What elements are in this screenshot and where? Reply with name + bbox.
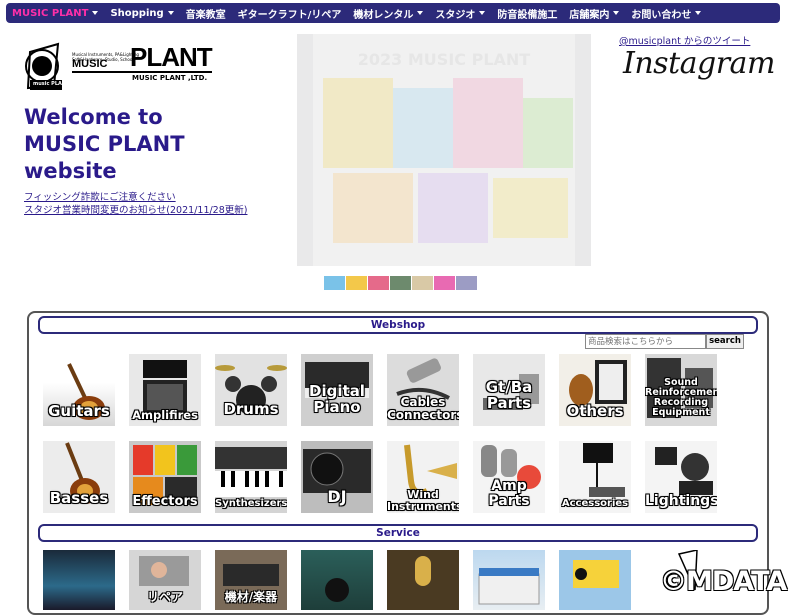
- category-gt-ba-parts[interactable]: Gt/Ba Parts: [473, 354, 545, 426]
- chevron-down-icon: [695, 11, 702, 15]
- chevron-down-icon: [613, 11, 620, 15]
- microphone-icon: [415, 556, 431, 586]
- building-icon: [478, 568, 540, 605]
- category-basses[interactable]: Basses: [43, 441, 115, 513]
- service-repair[interactable]: リペア: [129, 550, 201, 610]
- chevron-down-icon: [417, 11, 424, 15]
- copyright-watermark: ©MDATA: [660, 566, 787, 597]
- banner-thumb-1[interactable]: [324, 276, 345, 290]
- category-amplifires[interactable]: Amplifires: [129, 354, 201, 426]
- category-digital-piano[interactable]: Digital Piano: [301, 354, 373, 426]
- notice-link-phishing[interactable]: フィッシング詐欺にご注意ください: [24, 191, 247, 204]
- category-amp-parts[interactable]: Amp Parts: [473, 441, 545, 513]
- twitter-feed-link[interactable]: @musicplant からのツイート: [619, 33, 750, 47]
- banner-thumb-2[interactable]: [346, 276, 367, 290]
- webshop-panel: Webshop search Guitars Amplifires Drums …: [27, 311, 769, 615]
- category-others[interactable]: Others: [559, 354, 631, 426]
- chevron-down-icon: [479, 11, 486, 15]
- top-nav: MUSIC PLANT Shopping 音楽教室 ギタークラフト/リペア 機材…: [6, 3, 780, 23]
- studio-drums-icon: [325, 578, 349, 602]
- category-drums[interactable]: Drums: [215, 354, 287, 426]
- service-concert[interactable]: [43, 550, 115, 610]
- instagram-logo[interactable]: Instagram: [623, 46, 775, 81]
- banner-title: 2023 MUSIC PLANT: [357, 50, 531, 69]
- logo-plant: PLANT: [130, 42, 213, 72]
- notice-links: フィッシング詐欺にご注意ください スタジオ営業時間変更のお知らせ(2021/11…: [24, 191, 247, 217]
- chevron-down-icon: [167, 11, 174, 15]
- service-equipment[interactable]: 機材/楽器: [215, 550, 287, 610]
- banner-thumb-3[interactable]: [368, 276, 389, 290]
- nav-shopping[interactable]: Shopping: [110, 8, 174, 19]
- nav-stores[interactable]: 店舗案内: [569, 6, 620, 21]
- welcome-heading: Welcome to MUSIC PLANT website: [24, 105, 185, 183]
- nav-rental[interactable]: 機材レンタル: [353, 6, 424, 21]
- site-logo[interactable]: Musical Instruments, PA&Lighting Soft&Ha…: [24, 38, 214, 92]
- store-sign-icon: [573, 560, 619, 588]
- nav-music-plant[interactable]: MUSIC PLANT: [12, 8, 99, 19]
- hero-banner[interactable]: 2023 MUSIC PLANT: [297, 34, 591, 266]
- nav-contact[interactable]: お問い合わせ: [631, 6, 702, 21]
- banner-image: 2023 MUSIC PLANT: [313, 34, 575, 266]
- category-dj[interactable]: DJ: [301, 441, 373, 513]
- category-cables-connectors[interactable]: Cables Connectors: [387, 354, 459, 426]
- search-button[interactable]: search: [706, 334, 744, 349]
- category-lightings[interactable]: Lightings: [645, 441, 717, 513]
- category-effectors[interactable]: Effectors: [129, 441, 201, 513]
- nav-music-school[interactable]: 音楽教室: [186, 6, 226, 21]
- nav-studio[interactable]: スタジオ: [435, 6, 486, 21]
- service-heading: Service: [38, 524, 758, 542]
- category-sound-reinforcement[interactable]: Sound Reinforcement Recording Equipment: [645, 354, 717, 426]
- category-synthesizers[interactable]: Synthesizers: [215, 441, 287, 513]
- banner-thumbnails: [324, 276, 477, 290]
- logo-company: MUSIC PLANT ,LTD.: [132, 74, 208, 82]
- service-shop-building[interactable]: [473, 550, 545, 610]
- category-accessories[interactable]: Accessories: [559, 441, 631, 513]
- banner-thumb-6[interactable]: [434, 276, 455, 290]
- category-guitars[interactable]: Guitars: [43, 354, 115, 426]
- service-store-sign[interactable]: [559, 550, 631, 610]
- webshop-heading: Webshop: [38, 316, 758, 334]
- category-wind-instruments[interactable]: Wind Instruments: [387, 441, 459, 513]
- chevron-down-icon: [92, 11, 99, 15]
- service-studio[interactable]: [301, 550, 373, 610]
- banner-thumb-7[interactable]: [456, 276, 477, 290]
- nav-guitar-craft[interactable]: ギタークラフト/リペア: [238, 6, 342, 21]
- logo-badge: music PLANT: [33, 81, 70, 87]
- notice-link-studio-hours[interactable]: スタジオ営業時間変更のお知らせ(2021/11/28更新): [24, 204, 247, 217]
- banner-art-image: [323, 78, 573, 243]
- nav-soundproof[interactable]: 防音設備施工: [497, 6, 557, 21]
- banner-thumb-5[interactable]: [412, 276, 433, 290]
- banner-thumb-4[interactable]: [390, 276, 411, 290]
- service-recording[interactable]: [387, 550, 459, 610]
- product-search-input[interactable]: [585, 334, 706, 349]
- logo-music: MUSIC: [72, 58, 108, 70]
